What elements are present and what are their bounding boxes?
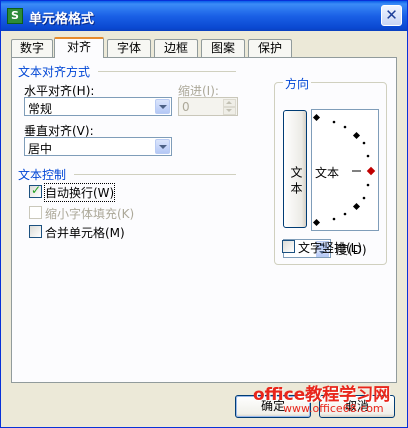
vertical-text-button[interactable]: 文本 bbox=[283, 110, 307, 228]
orientation-dial[interactable]: 文本 bbox=[311, 109, 379, 231]
check-icon: ✓ bbox=[31, 183, 42, 197]
chevron-down-icon[interactable] bbox=[155, 99, 170, 114]
horizontal-align-select[interactable]: 常规 bbox=[24, 97, 172, 116]
tab-font[interactable]: 字体 bbox=[107, 39, 151, 57]
tab-number[interactable]: 数字 bbox=[11, 39, 53, 57]
tab-border[interactable]: 边框 bbox=[154, 39, 198, 57]
group-separator bbox=[74, 174, 236, 175]
chevron-down-icon[interactable] bbox=[155, 139, 170, 154]
indent-value: 0 bbox=[182, 100, 190, 114]
indent-stepper: 0 bbox=[178, 97, 238, 116]
format-cells-dialog: S 单元格格式 ✕ 数字 对齐 字体 边框 图案 保护 文本对齐方式 水平对齐(… bbox=[0, 0, 408, 428]
dialog-title: 单元格格式 bbox=[29, 12, 95, 27]
title-bar: S 单元格格式 ✕ bbox=[1, 1, 407, 31]
tab-alignment[interactable]: 对齐 bbox=[54, 37, 104, 58]
close-button[interactable]: ✕ bbox=[381, 5, 402, 26]
text-control-group-title: 文本控制 bbox=[18, 168, 67, 182]
spin-down-icon bbox=[223, 107, 236, 115]
orientation-group-title: 方向 bbox=[283, 75, 312, 92]
vertical-text-label[interactable]: 文字竖排(L) bbox=[298, 239, 362, 256]
vertical-text-checkbox[interactable] bbox=[282, 240, 295, 253]
group-separator bbox=[98, 71, 236, 72]
shrink-to-fit-label: 缩小字体填充(K) bbox=[45, 207, 135, 221]
tab-protection[interactable]: 保护 bbox=[248, 39, 292, 57]
vertical-align-select[interactable]: 居中 bbox=[24, 137, 172, 156]
merge-cells-label[interactable]: 合并单元格(M) bbox=[45, 224, 125, 241]
wrap-text-label[interactable]: 自动换行(W) bbox=[43, 183, 116, 202]
tab-patterns[interactable]: 图案 bbox=[201, 39, 245, 57]
text-alignment-group-title: 文本对齐方式 bbox=[18, 65, 91, 79]
dial-sample-text: 文本 bbox=[315, 166, 340, 180]
wrap-text-checkbox[interactable]: ✓ bbox=[29, 183, 42, 198]
orientation-group: 方向 文本 文本 度(D) bbox=[274, 75, 387, 265]
merge-cells-checkbox[interactable] bbox=[29, 225, 42, 238]
horizontal-align-value: 常规 bbox=[28, 102, 53, 116]
watermark-url: www.office68.com bbox=[283, 402, 384, 415]
shrink-to-fit-checkbox bbox=[29, 206, 42, 219]
spin-up-icon bbox=[223, 99, 236, 107]
alignment-panel: 文本对齐方式 水平对齐(H): 常规 缩进(I): 0 垂直对齐(V): 居中 … bbox=[11, 57, 397, 383]
vertical-align-value: 居中 bbox=[28, 142, 53, 156]
app-logo-icon: S bbox=[7, 8, 23, 24]
close-icon: ✕ bbox=[385, 6, 398, 24]
